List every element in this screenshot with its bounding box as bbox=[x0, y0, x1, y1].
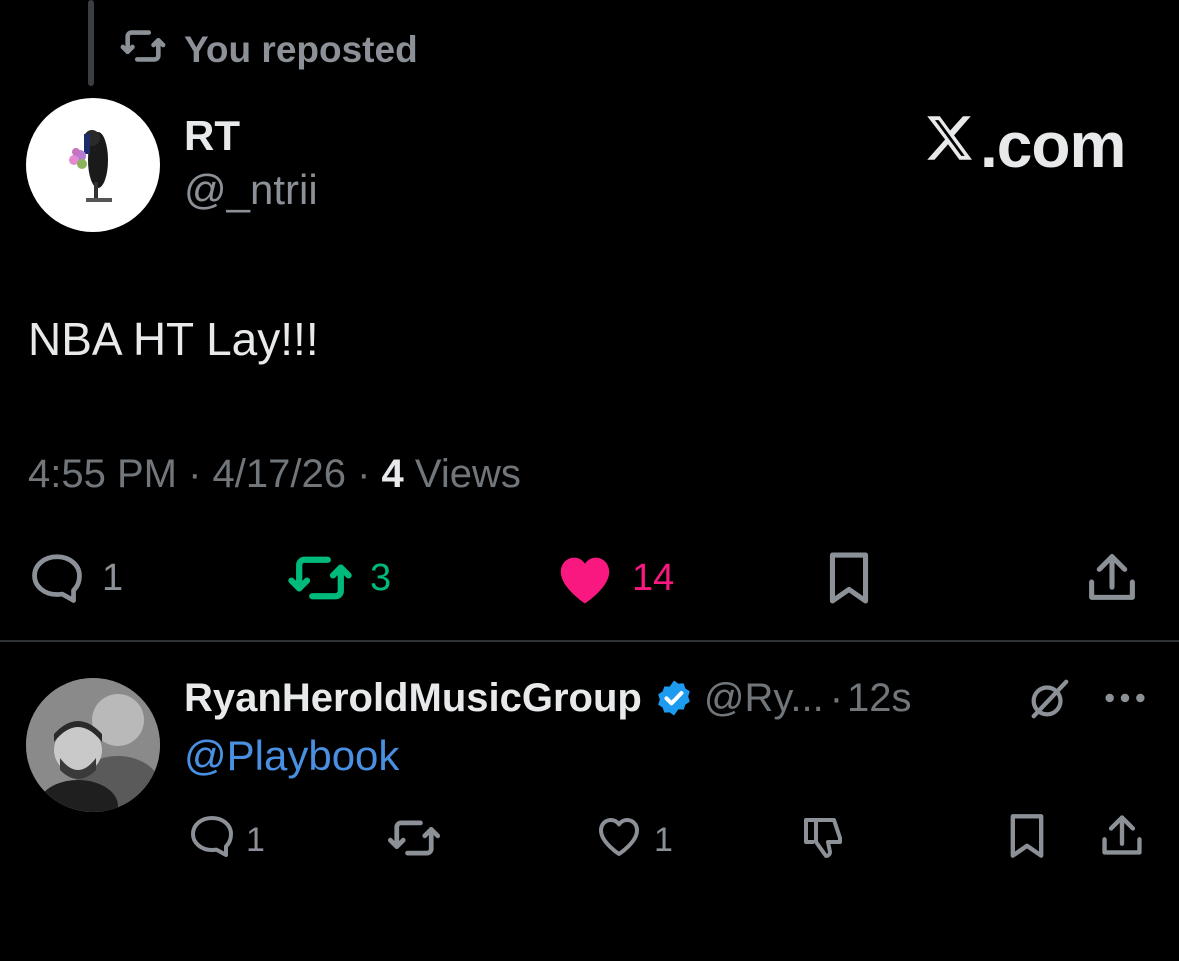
repost-button[interactable]: 3 bbox=[286, 552, 391, 604]
post-meta: 4:55 PM · 4/17/26 · 4 Views bbox=[28, 452, 521, 497]
repost-icon bbox=[386, 820, 442, 864]
repost-banner: You reposted bbox=[120, 26, 418, 74]
grok-button[interactable] bbox=[1026, 676, 1072, 727]
post-date[interactable]: 4/17/26 bbox=[213, 452, 346, 497]
post-time[interactable]: 4:55 PM bbox=[28, 452, 177, 497]
reply-icon bbox=[28, 552, 86, 604]
repost-banner-label: You reposted bbox=[184, 29, 418, 70]
reply-reply-count: 1 bbox=[246, 821, 265, 859]
bookmark-icon bbox=[822, 552, 876, 610]
repost-icon bbox=[286, 552, 354, 604]
bookmark-button[interactable] bbox=[822, 550, 876, 611]
post-text: NBA HT Lay!!! bbox=[28, 313, 319, 365]
reply-handle[interactable]: @Ry... bbox=[704, 676, 824, 721]
brand-domain: .com bbox=[980, 109, 1126, 181]
verified-badge-icon bbox=[654, 678, 694, 718]
reply-bookmark-button[interactable] bbox=[1004, 812, 1050, 865]
like-icon bbox=[594, 814, 644, 867]
dislike-icon bbox=[800, 818, 848, 866]
like-button[interactable]: 14 bbox=[554, 550, 674, 606]
reply-header: RyanHeroldMusicGroup @Ry... · 12s bbox=[184, 672, 912, 724]
grok-icon bbox=[1026, 679, 1072, 726]
reply-reply-button[interactable]: 1 bbox=[188, 814, 265, 867]
reply-avatar[interactable] bbox=[26, 678, 160, 812]
like-count: 14 bbox=[632, 556, 675, 599]
share-button[interactable] bbox=[1084, 548, 1140, 611]
meta-separator: · bbox=[176, 452, 213, 496]
repost-count: 3 bbox=[370, 556, 392, 599]
divider bbox=[0, 640, 1179, 642]
reply-count: 1 bbox=[102, 556, 124, 599]
views-label[interactable]: Views bbox=[404, 452, 521, 497]
x-logo-icon bbox=[920, 108, 980, 182]
dislike-button[interactable] bbox=[800, 814, 848, 867]
repost-icon bbox=[120, 23, 166, 78]
meta-separator: · bbox=[345, 452, 382, 496]
reply-button[interactable]: 1 bbox=[28, 552, 123, 604]
reply-like-button[interactable]: 1 bbox=[594, 814, 673, 867]
reply-like-count: 1 bbox=[654, 821, 673, 859]
meta-separator: · bbox=[829, 675, 844, 720]
like-icon bbox=[554, 550, 616, 606]
bookmark-icon bbox=[1004, 814, 1050, 864]
more-button[interactable] bbox=[1102, 684, 1148, 717]
avatar[interactable] bbox=[26, 98, 160, 232]
reply-time[interactable]: 12s bbox=[847, 676, 912, 721]
reply-text-mention[interactable]: @Playbook bbox=[184, 732, 399, 780]
reply-display-name[interactable]: RyanHeroldMusicGroup bbox=[184, 676, 642, 721]
thread-line bbox=[88, 0, 94, 86]
share-icon bbox=[1098, 815, 1146, 864]
user-handle[interactable]: @_ntrii bbox=[184, 166, 318, 214]
more-icon bbox=[1102, 693, 1148, 716]
display-name[interactable]: RT bbox=[184, 112, 240, 160]
reply-icon bbox=[188, 814, 236, 867]
share-icon bbox=[1084, 554, 1140, 610]
reply-repost-button[interactable] bbox=[386, 816, 442, 865]
views-count[interactable]: 4 bbox=[382, 452, 404, 497]
brand-watermark: .com bbox=[920, 108, 1126, 182]
reply-share-button[interactable] bbox=[1098, 810, 1146, 865]
